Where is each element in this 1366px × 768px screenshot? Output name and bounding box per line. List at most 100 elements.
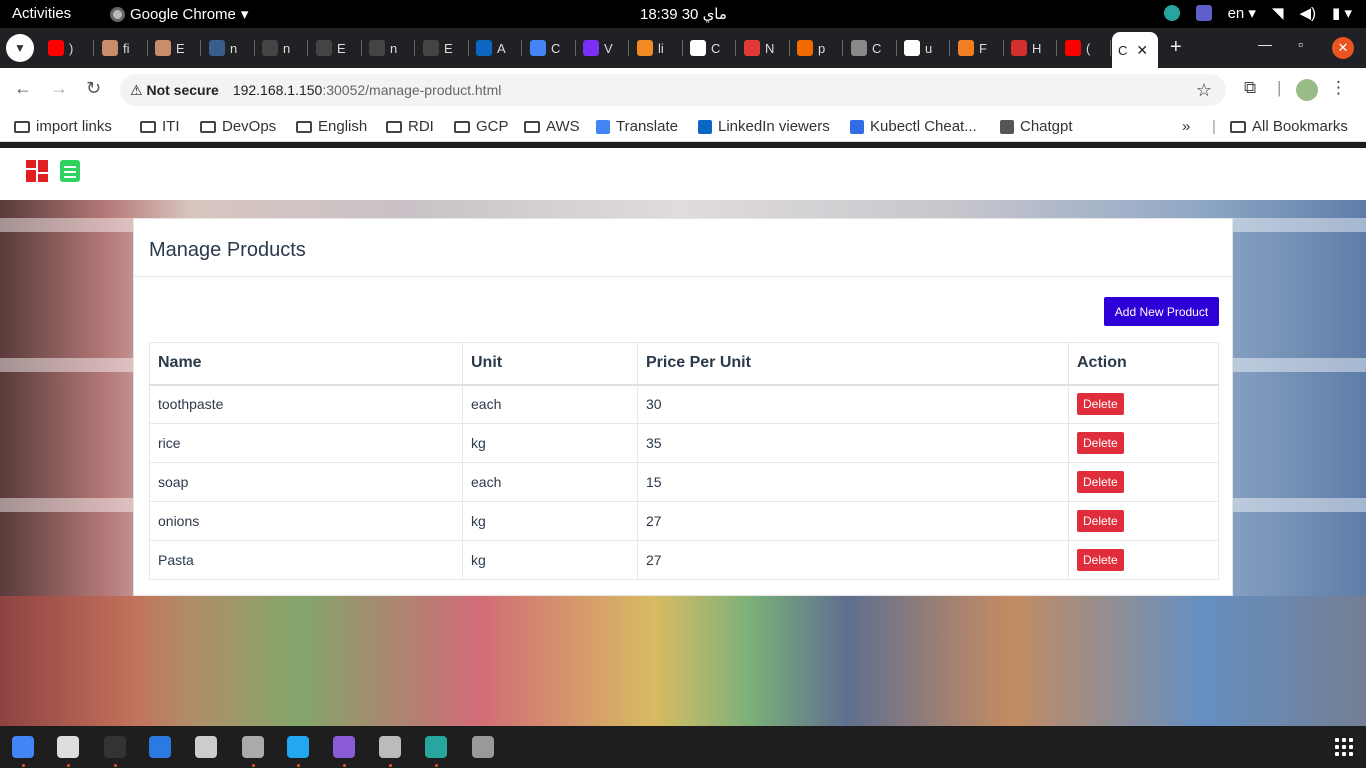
- bookmark-item[interactable]: LinkedIn viewers: [698, 118, 830, 135]
- wifi-icon[interactable]: ◥: [1272, 4, 1284, 22]
- chrome-icon[interactable]: [12, 736, 34, 758]
- tab[interactable]: p: [791, 36, 843, 60]
- delete-button[interactable]: Delete: [1077, 510, 1124, 532]
- maximize-icon[interactable]: ▫: [1298, 36, 1303, 52]
- tab[interactable]: li: [631, 36, 683, 60]
- update-icon[interactable]: [1163, 5, 1180, 21]
- dashboard-icon[interactable]: [26, 160, 48, 182]
- folder-icon: [14, 120, 30, 133]
- tab[interactable]: E: [310, 36, 362, 60]
- clock[interactable]: 18:39 30 ماي: [640, 5, 727, 23]
- vscode-icon[interactable]: [287, 736, 309, 758]
- bookmark-item[interactable]: Chatgpt: [1000, 118, 1073, 135]
- app-menu[interactable]: Google Chrome ▾: [110, 5, 248, 23]
- tab[interactable]: H: [1005, 36, 1057, 60]
- clipboard-icon[interactable]: [60, 160, 80, 182]
- document-icon[interactable]: [149, 736, 171, 758]
- bookmark-item[interactable]: Kubectl Cheat...: [850, 118, 977, 135]
- bookmark-item[interactable]: import links: [14, 118, 112, 135]
- security-warning[interactable]: ⚠ Not secure: [130, 82, 219, 99]
- tab-label: C: [711, 40, 721, 56]
- tab[interactable]: C: [684, 36, 736, 60]
- tab-separator: [682, 40, 683, 56]
- cell-unit: kg: [462, 540, 638, 580]
- delete-button[interactable]: Delete: [1077, 549, 1124, 571]
- warning-icon: ⚠: [130, 81, 143, 98]
- cube-icon: [583, 40, 599, 56]
- new-tab-button[interactable]: +: [1170, 36, 1182, 59]
- reload-icon[interactable]: ↻: [86, 78, 101, 99]
- update-icon[interactable]: [425, 736, 447, 758]
- all-bookmarks-folder[interactable]: All Bookmarks: [1230, 118, 1348, 135]
- show-apps-icon[interactable]: [1335, 738, 1353, 756]
- bookmark-item[interactable]: RDI: [386, 118, 434, 135]
- system-tray[interactable]: en ▾ ◥ ◀) ▮ ▾: [1163, 4, 1352, 22]
- tab[interactable]: N: [738, 36, 790, 60]
- add-new-product-button[interactable]: Add New Product: [1104, 297, 1219, 326]
- folder-icon: [296, 120, 312, 133]
- tab[interactable]: V: [577, 36, 629, 60]
- bookmark-item[interactable]: AWS: [524, 118, 580, 135]
- bookmark-item[interactable]: GCP: [454, 118, 509, 135]
- battery-icon[interactable]: ▮ ▾: [1332, 4, 1352, 22]
- profile-avatar[interactable]: [1296, 79, 1318, 101]
- tab-label: F: [979, 40, 987, 56]
- tab[interactable]: u: [898, 36, 950, 60]
- address-bar[interactable]: ⚠ Not secure 192.168.1.150:30052/manage-…: [120, 74, 1226, 106]
- cell-action: Delete: [1068, 540, 1219, 580]
- files-icon[interactable]: [57, 736, 79, 758]
- tab-search-button[interactable]: ▼: [6, 34, 34, 62]
- close-tab-icon[interactable]: ✕: [1136, 42, 1148, 59]
- teams-icon[interactable]: [1195, 5, 1212, 21]
- tab[interactable]: F: [952, 36, 1004, 60]
- bookmark-item[interactable]: DevOps: [200, 118, 276, 135]
- tab[interactable]: n: [203, 36, 255, 60]
- bookmark-item[interactable]: ITI: [140, 118, 180, 135]
- tab-separator: [414, 40, 415, 56]
- extensions-icon[interactable]: ⧉: [1244, 78, 1256, 98]
- divider: [134, 276, 1232, 277]
- bookmark-star-icon[interactable]: ☆: [1196, 80, 1212, 101]
- minimize-icon[interactable]: —: [1258, 36, 1272, 52]
- settings-icon[interactable]: [242, 736, 264, 758]
- ssd-icon[interactable]: [472, 736, 494, 758]
- tab[interactable]: n: [256, 36, 308, 60]
- activities-button[interactable]: Activities: [12, 5, 71, 22]
- youtube-icon: [1065, 40, 1081, 56]
- tab[interactable]: n: [363, 36, 415, 60]
- terminal-icon[interactable]: [104, 736, 126, 758]
- delete-button[interactable]: Delete: [1077, 471, 1124, 493]
- delete-button[interactable]: Delete: [1077, 432, 1124, 454]
- tab[interactable]: E: [417, 36, 469, 60]
- delete-button[interactable]: Delete: [1077, 393, 1124, 416]
- more-bookmarks-icon[interactable]: »: [1182, 118, 1190, 135]
- tab-active[interactable]: C ✕: [1112, 32, 1158, 68]
- cell-action: Delete: [1068, 384, 1219, 424]
- tab[interactable]: C: [845, 36, 897, 60]
- forward-icon[interactable]: →: [50, 78, 68, 99]
- tab[interactable]: E: [149, 36, 201, 60]
- tab[interactable]: fi: [96, 36, 148, 60]
- chrome-menu-icon[interactable]: ⋮: [1330, 78, 1347, 98]
- media-icon[interactable]: [333, 736, 355, 758]
- tab-separator: [949, 40, 950, 56]
- screenshot-icon[interactable]: [379, 736, 401, 758]
- language-indicator[interactable]: en ▾: [1228, 4, 1256, 22]
- tab[interactable]: C: [524, 36, 576, 60]
- volume-icon[interactable]: ◀): [1300, 4, 1317, 22]
- tab[interactable]: ): [42, 36, 94, 60]
- tab-label: n: [230, 40, 238, 56]
- clipboard-icon[interactable]: [195, 736, 217, 758]
- bookmark-item[interactable]: Translate: [596, 118, 678, 135]
- folder-icon: [1230, 120, 1246, 133]
- tab-label: li: [658, 40, 664, 56]
- window-close-button[interactable]: ✕: [1332, 37, 1354, 59]
- tab[interactable]: A: [470, 36, 522, 60]
- tab[interactable]: (: [1059, 36, 1111, 60]
- tab-label: (: [1086, 40, 1091, 56]
- folder-icon: [140, 120, 156, 133]
- cell-name: onions: [149, 501, 463, 541]
- bookmark-item[interactable]: English: [296, 118, 367, 135]
- back-icon[interactable]: ←: [14, 78, 32, 99]
- running-indicator: [67, 764, 70, 767]
